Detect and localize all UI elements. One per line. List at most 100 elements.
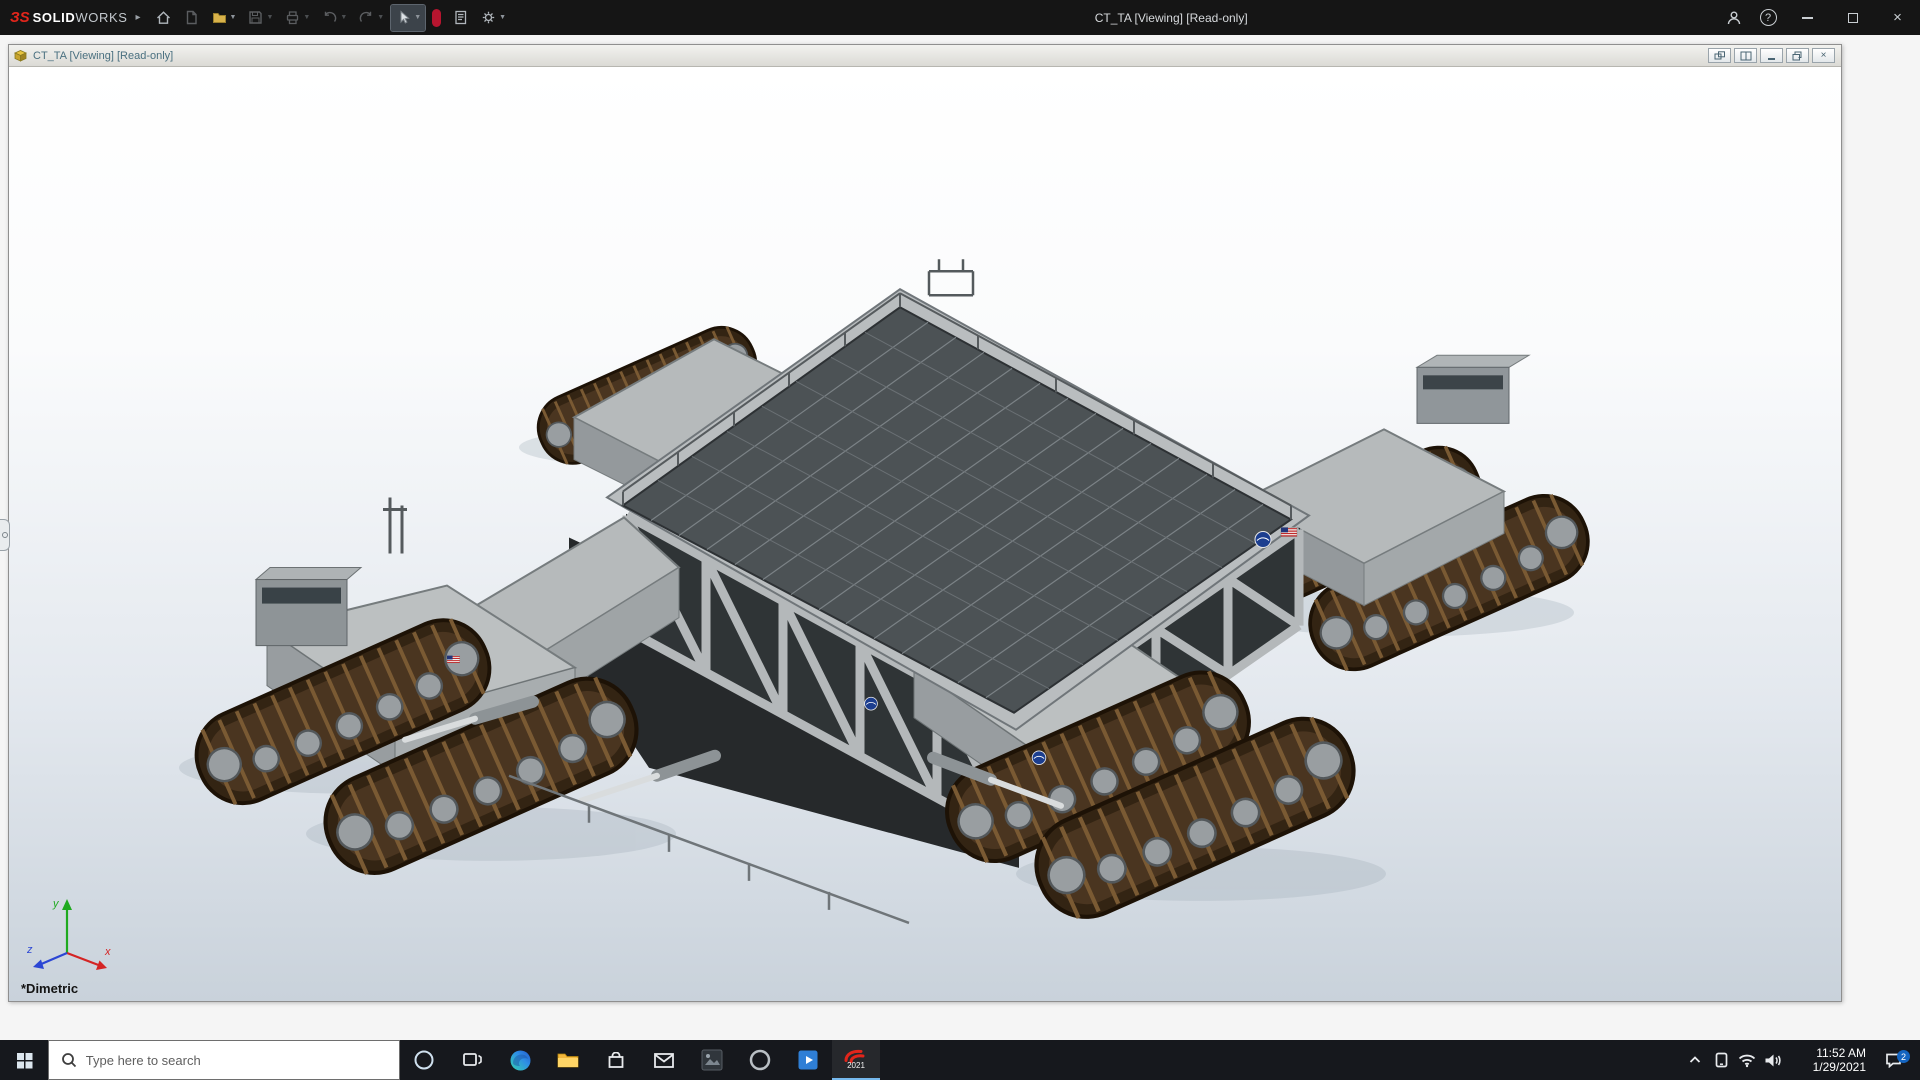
speaker-icon	[1764, 1053, 1782, 1068]
system-tray: 11:52 AM 1/29/2021 2	[1682, 1040, 1920, 1080]
document-title: CT_TA [Viewing] [Read-only]	[33, 50, 173, 62]
print-caret-icon: ▼	[303, 14, 310, 21]
file-explorer-icon	[557, 1051, 579, 1069]
minimize-icon	[1802, 17, 1813, 19]
skype-icon	[749, 1049, 771, 1071]
mail-icon	[654, 1053, 674, 1068]
tile-icon	[1740, 51, 1752, 61]
window-controls: ? ×	[1717, 0, 1920, 35]
save-caret-icon: ▼	[266, 14, 273, 21]
doc-restore-button[interactable]	[1786, 48, 1809, 63]
orientation-triad[interactable]: y x z	[23, 891, 115, 977]
open-button[interactable]: ▼	[207, 5, 241, 31]
solidworks-logo: ЗS SOLID WORKS	[0, 9, 136, 26]
undo-icon	[321, 9, 338, 26]
3dexperience-button[interactable]	[428, 5, 445, 31]
document-window-buttons: ×	[1708, 48, 1837, 63]
undo-caret-icon: ▼	[340, 14, 347, 21]
application-client-area: CT_TA [Viewing] [Read-only] ×	[0, 35, 1920, 1040]
help-button[interactable]: ?	[1751, 0, 1785, 35]
cascade-button[interactable]	[1708, 48, 1731, 63]
close-button[interactable]: ×	[1875, 0, 1920, 35]
taskbar-solidworks-button[interactable]: 2021	[832, 1040, 880, 1080]
triad-z-label: z	[26, 944, 33, 956]
redo-caret-icon: ▼	[377, 14, 384, 21]
doc-minimize-icon	[1766, 51, 1778, 61]
open-folder-icon	[211, 9, 228, 26]
doc-minimize-button[interactable]	[1760, 48, 1783, 63]
redo-icon	[358, 9, 375, 26]
photos-icon	[701, 1049, 723, 1071]
wifi-icon	[1738, 1053, 1756, 1068]
taskbar-task-view-button[interactable]	[448, 1040, 496, 1080]
brand-works-text: WORKS	[75, 10, 127, 25]
taskbar-cortana-button[interactable]	[400, 1040, 448, 1080]
account-icon	[1725, 9, 1743, 27]
new-document-button[interactable]	[179, 5, 204, 31]
movies-tv-icon	[797, 1049, 819, 1071]
chevron-up-icon	[1688, 1054, 1702, 1066]
search-input[interactable]	[86, 1053, 387, 1068]
document-window: CT_TA [Viewing] [Read-only] ×	[8, 44, 1842, 1002]
undo-button[interactable]: ▼	[317, 5, 351, 31]
minimize-button[interactable]	[1785, 0, 1830, 35]
edge-icon	[509, 1049, 532, 1072]
maximize-button[interactable]	[1830, 0, 1875, 35]
doc-close-button[interactable]: ×	[1812, 48, 1835, 63]
qat-expand-arrow-icon[interactable]: ▸	[136, 12, 141, 23]
part-document-icon	[13, 48, 28, 63]
taskbar-clock[interactable]: 11:52 AM 1/29/2021	[1786, 1046, 1872, 1074]
taskbar-movies-button[interactable]	[784, 1040, 832, 1080]
select-cursor-icon	[395, 9, 412, 26]
network-tray-button[interactable]	[1734, 1040, 1760, 1080]
crawler-transporter-model[interactable]	[9, 67, 1841, 1001]
start-button[interactable]	[0, 1040, 48, 1080]
redo-button[interactable]: ▼	[354, 5, 388, 31]
cortana-icon	[413, 1049, 435, 1071]
select-tool-button[interactable]: ▼	[391, 5, 425, 31]
home-button[interactable]	[151, 5, 176, 31]
panel-collapse-tab[interactable]	[0, 519, 10, 551]
cascade-icon	[1714, 51, 1726, 61]
search-icon	[61, 1052, 76, 1068]
file-properties-button[interactable]	[448, 5, 473, 31]
clock-date: 1/29/2021	[1788, 1060, 1866, 1074]
view-orientation-label: *Dimetric	[21, 981, 78, 996]
taskbar-search[interactable]	[48, 1040, 400, 1080]
phone-tray-button[interactable]	[1708, 1040, 1734, 1080]
quick-access-toolbar: ▼ ▼ ▼ ▼ ▼ ▼	[151, 5, 511, 31]
taskbar-photos-button[interactable]	[688, 1040, 736, 1080]
gear-icon	[480, 9, 497, 26]
open-caret-icon: ▼	[230, 14, 237, 21]
triad-x-label: x	[104, 946, 111, 958]
graphics-viewport[interactable]: y x z *Dimetric	[9, 67, 1841, 1001]
store-icon	[607, 1052, 625, 1069]
window-title: CT_TA [Viewing] [Read-only]	[1095, 11, 1248, 25]
triad-y-label: y	[52, 898, 60, 910]
taskbar-skype-button[interactable]	[736, 1040, 784, 1080]
maximize-icon	[1848, 13, 1858, 23]
options-button[interactable]: ▼	[476, 5, 510, 31]
app-titlebar: ЗS SOLID WORKS ▸ ▼ ▼ ▼	[0, 0, 1920, 35]
taskbar-file-explorer-button[interactable]	[544, 1040, 592, 1080]
document-titlebar[interactable]: CT_TA [Viewing] [Read-only] ×	[9, 45, 1841, 67]
account-button[interactable]	[1717, 0, 1751, 35]
print-button[interactable]: ▼	[280, 5, 314, 31]
print-icon	[284, 9, 301, 26]
dassault-mark-icon: ЗS	[10, 9, 30, 26]
file-properties-icon	[452, 9, 469, 26]
taskbar-edge-button[interactable]	[496, 1040, 544, 1080]
help-icon: ?	[1760, 9, 1777, 26]
brand-solid-text: SOLID	[33, 10, 76, 25]
save-button[interactable]: ▼	[243, 5, 277, 31]
taskbar-mail-button[interactable]	[640, 1040, 688, 1080]
solidworks-version-badge: 2021	[847, 1062, 865, 1070]
home-icon	[155, 9, 172, 26]
tile-button[interactable]	[1734, 48, 1757, 63]
volume-tray-button[interactable]	[1760, 1040, 1786, 1080]
taskbar-store-button[interactable]	[592, 1040, 640, 1080]
desktop: ЗS SOLID WORKS ▸ ▼ ▼ ▼	[0, 0, 1920, 1080]
3dexperience-icon	[432, 9, 441, 27]
hidden-icons-button[interactable]	[1682, 1040, 1708, 1080]
action-center-button[interactable]: 2	[1872, 1052, 1914, 1068]
